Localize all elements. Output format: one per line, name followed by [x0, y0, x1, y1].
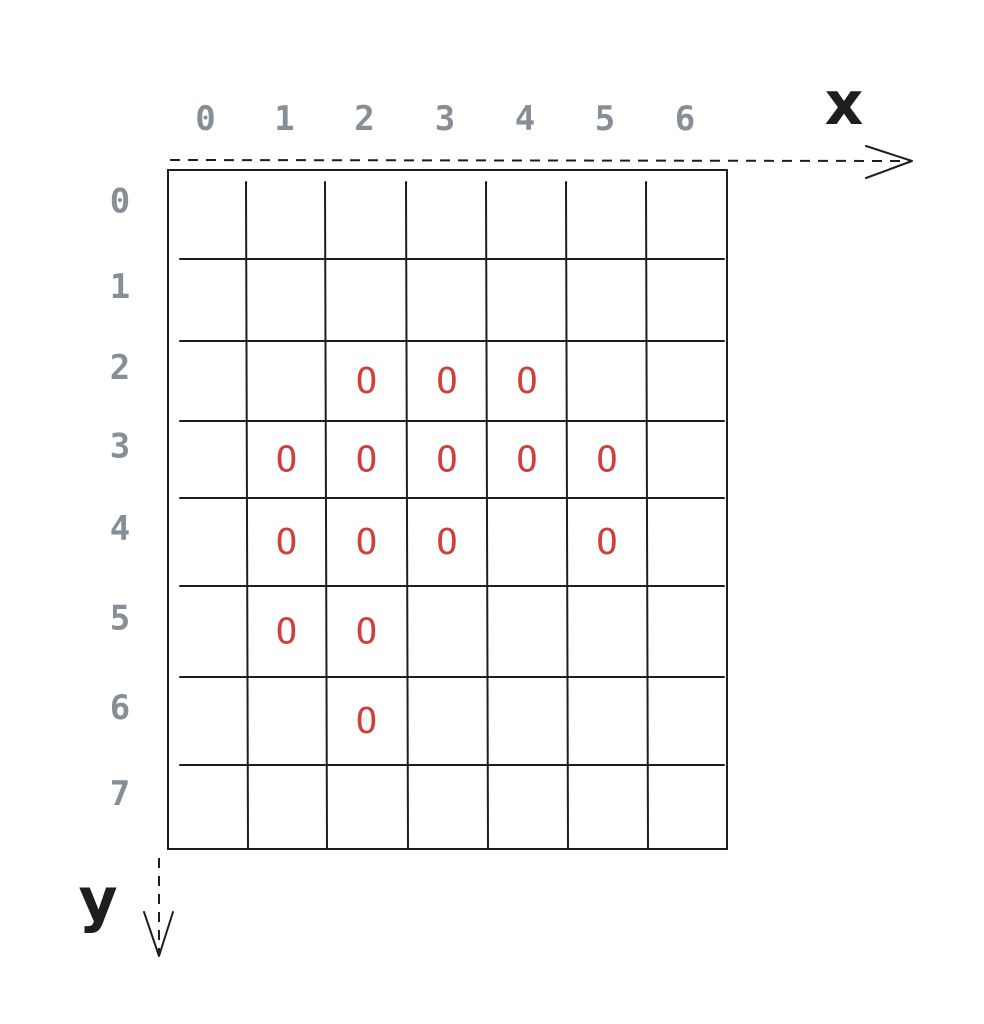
cell-mark: O — [356, 440, 378, 481]
cell-mark: O — [276, 440, 298, 481]
x-tick-labels: 0 1 2 3 4 5 6 — [195, 99, 695, 139]
grid-vertical-line — [245, 181, 249, 849]
x-tick-label: 1 — [274, 99, 294, 139]
cell-mark: O — [436, 440, 458, 481]
x-axis-label: x — [825, 69, 864, 139]
y-axis-arrow — [143, 858, 174, 957]
grid-horizontal-lines — [179, 258, 725, 766]
x-tick-label: 3 — [435, 99, 455, 139]
y-tick-label: 6 — [110, 688, 130, 728]
cell-mark: O — [356, 612, 378, 653]
grid-vertical-line — [485, 181, 489, 849]
cell-mark: O — [596, 440, 618, 481]
y-tick-label: 4 — [110, 509, 130, 549]
cell-mark: O — [356, 701, 378, 742]
grid-vertical-line — [565, 181, 569, 849]
y-tick-label: 7 — [110, 774, 130, 814]
grid-vertical-lines — [245, 181, 649, 849]
grid-diagram: x y 0123456 01234567 O O OO O O O OO O O OO OO — [78, 69, 913, 957]
cell-mark: O — [516, 440, 538, 481]
cell-mark: O — [276, 612, 298, 653]
cell-mark: O — [596, 522, 618, 563]
y-tick-label: 2 — [110, 348, 130, 388]
grid-border — [167, 169, 728, 850]
cell-mark: O — [436, 522, 458, 563]
y-tick-label: 0 — [110, 182, 130, 222]
y-tick-labels: 0 1 2 3 4 5 6 7 — [110, 182, 130, 815]
x-tick-label: 0 — [195, 99, 215, 139]
y-tick-label: 1 — [110, 267, 130, 307]
cell-mark: O — [516, 361, 538, 402]
cell-mark: O — [356, 361, 378, 402]
x-tick-label: 6 — [675, 99, 695, 139]
grid-vertical-line — [405, 181, 409, 849]
x-tick-label: 2 — [354, 99, 374, 139]
grid-vertical-line — [324, 181, 328, 849]
grid-vertical-line — [645, 181, 649, 849]
x-tick-label: 5 — [595, 99, 615, 139]
cell-mark: O — [356, 522, 378, 563]
x-tick-label: 4 — [515, 99, 535, 139]
y-tick-label: 5 — [110, 599, 130, 639]
y-tick-label: 3 — [110, 427, 130, 467]
x-axis-arrow — [169, 145, 913, 179]
y-axis-label: y — [78, 865, 117, 935]
cell-mark: O — [276, 522, 298, 563]
cell-mark: O — [436, 361, 458, 402]
